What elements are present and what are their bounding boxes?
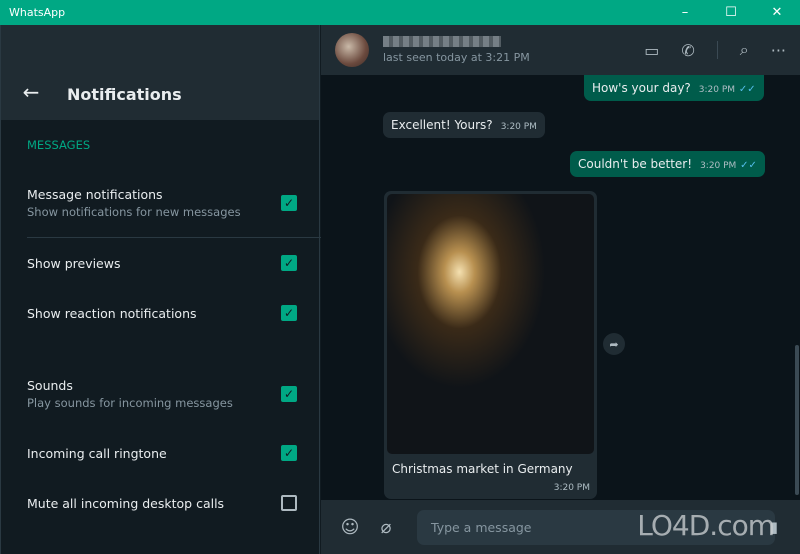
minimize-button[interactable]: – bbox=[662, 5, 708, 20]
chat-panel: last seen today at 3:21 PM ▭ ✆ ⌕ ··· How… bbox=[321, 25, 800, 554]
message-outgoing[interactable]: Couldn't be better! 3:20 PM ✓✓ bbox=[570, 151, 765, 177]
message-time: 3:20 PM bbox=[698, 85, 736, 95]
video-call-icon[interactable]: ▭ bbox=[644, 41, 659, 60]
checkbox[interactable]: ✓ bbox=[281, 386, 297, 402]
emoji-icon[interactable]: ☺ bbox=[339, 517, 361, 538]
setting-label: Show previews bbox=[27, 255, 121, 271]
more-options-icon[interactable]: ··· bbox=[771, 41, 786, 60]
setting-message-notifications[interactable]: Message notifications Show notifications… bbox=[27, 187, 297, 219]
checkbox[interactable]: ✓ bbox=[281, 255, 297, 271]
message-outgoing[interactable]: How's your day? 3:20 PM ✓✓ bbox=[584, 75, 764, 101]
message-text: Couldn't be better! bbox=[578, 157, 693, 171]
checkbox[interactable]: ✓ bbox=[281, 445, 297, 461]
back-arrow-icon[interactable]: ← bbox=[1, 80, 61, 104]
photo-christmas-market[interactable] bbox=[387, 194, 594, 454]
app-title: WhatsApp bbox=[9, 6, 66, 19]
watermark-logo: LO4D.com bbox=[637, 509, 775, 542]
checkbox[interactable] bbox=[281, 495, 297, 511]
divider bbox=[27, 237, 321, 238]
last-seen: last seen today at 3:21 PM bbox=[383, 51, 530, 64]
message-list: How's your day? 3:20 PM ✓✓ Excellent! Yo… bbox=[321, 75, 800, 500]
setting-incoming-call-ringtone[interactable]: Incoming call ringtone ✓ bbox=[27, 445, 297, 461]
phone-icon[interactable]: ✆ bbox=[681, 41, 694, 60]
close-button[interactable]: ✕ bbox=[754, 5, 800, 20]
setting-label: Incoming call ringtone bbox=[27, 445, 167, 461]
forward-icon[interactable]: ➦ bbox=[603, 333, 625, 355]
attach-icon[interactable]: ⌀ bbox=[375, 517, 397, 538]
page-title: Notifications bbox=[67, 85, 182, 104]
checkbox[interactable]: ✓ bbox=[281, 305, 297, 321]
search-icon[interactable]: ⌕ bbox=[740, 40, 749, 60]
setting-description: Play sounds for incoming messages bbox=[27, 396, 233, 410]
message-text: How's your day? bbox=[592, 81, 691, 95]
scrollbar[interactable] bbox=[795, 345, 799, 495]
setting-mute-calls[interactable]: Mute all incoming desktop calls bbox=[27, 495, 297, 511]
settings-panel: ← Notifications MESSAGES Message notific… bbox=[0, 25, 321, 554]
image-message[interactable]: Christmas market in Germany 3:20 PM bbox=[384, 191, 597, 499]
setting-label: Show reaction notifications bbox=[27, 305, 197, 321]
setting-show-previews[interactable]: Show previews ✓ bbox=[27, 255, 297, 271]
message-text: Excellent! Yours? bbox=[391, 118, 493, 132]
setting-label: Mute all incoming desktop calls bbox=[27, 495, 225, 511]
title-bar: WhatsApp – ☐ ✕ bbox=[0, 0, 800, 25]
setting-reaction-notifications[interactable]: Show reaction notifications ✓ bbox=[27, 305, 297, 321]
message-incoming[interactable]: Excellent! Yours? 3:20 PM bbox=[383, 112, 545, 138]
read-ticks-icon: ✓✓ bbox=[740, 160, 757, 171]
divider bbox=[716, 41, 718, 59]
message-time: 3:20 PM bbox=[500, 122, 537, 132]
message-time: 3:20 PM bbox=[700, 161, 737, 171]
checkbox[interactable]: ✓ bbox=[281, 195, 297, 211]
setting-sounds[interactable]: Sounds Play sounds for incoming messages… bbox=[27, 378, 297, 410]
image-caption: Christmas market in Germany bbox=[392, 462, 573, 476]
contact-name-blurred bbox=[383, 36, 501, 47]
section-messages: MESSAGES bbox=[27, 138, 91, 152]
read-ticks-icon: ✓✓ bbox=[738, 84, 756, 95]
chat-header[interactable]: last seen today at 3:21 PM ▭ ✆ ⌕ ··· bbox=[321, 25, 800, 75]
setting-label: Sounds bbox=[27, 378, 73, 393]
settings-header: ← Notifications bbox=[1, 25, 319, 120]
setting-description: Show notifications for new messages bbox=[27, 205, 241, 219]
message-time: 3:20 PM bbox=[553, 483, 590, 493]
avatar[interactable] bbox=[335, 33, 369, 67]
maximize-button[interactable]: ☐ bbox=[708, 5, 754, 20]
setting-label: Message notifications bbox=[27, 187, 163, 202]
